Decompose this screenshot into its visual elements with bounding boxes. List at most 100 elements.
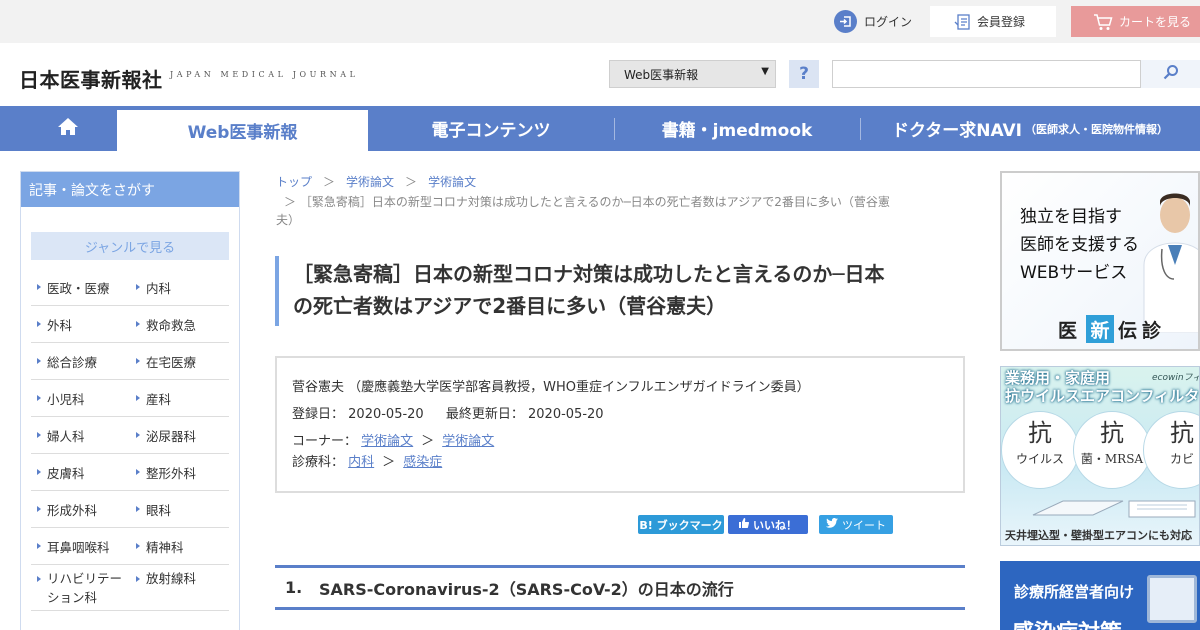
hatena-bookmark-button[interactable]: B! ブックマーク (638, 515, 724, 534)
updated-date: 2020-05-20 (528, 407, 604, 422)
nav-tab-doctor-navi[interactable]: ドクター求NAVI （医師求人・医院物件情報） (860, 106, 1200, 151)
genre-heading: ジャンルで見る (31, 232, 229, 260)
ad2-badge-antibacterial: 抗 菌・MRSA (1073, 411, 1151, 489)
aircon-units-illustration-icon (1032, 500, 1196, 518)
genre-item[interactable]: 外科 (31, 306, 130, 343)
ad-banner-clinic-infection[interactable]: 診療所経営者向け 感染症対策 (1000, 561, 1200, 630)
home-icon (57, 117, 79, 141)
site-logo-english: JAPAN MEDICAL JOURNAL (170, 70, 359, 79)
search-button[interactable] (1141, 60, 1200, 88)
genre-item[interactable]: 放射線科 (130, 565, 229, 611)
nav-home[interactable] (20, 106, 116, 151)
main-nav: Web医事新報 電子コンテンツ 書籍・jmedmook ドクター求NAVI （医… (0, 106, 1200, 151)
ad2-badge-small: ウイルス (1015, 452, 1064, 466)
ad1-brand-char: 新 (1086, 315, 1115, 343)
search-input[interactable] (832, 60, 1141, 88)
site-logo[interactable]: 日本医事新報社 (19, 64, 163, 93)
section-heading: 1. SARS-Coronavirus-2（SARS-CoV-2）の日本の流行 (275, 565, 965, 610)
ad3-line1: 診療所経営者向け (1014, 583, 1135, 601)
article-meta-box: 菅谷憲夫 （慶應義塾大学医学部客員教授，WHO重症インフルエンザガイドライン委員… (275, 356, 965, 493)
genre-item[interactable]: 医政・医療 (31, 269, 130, 306)
section-number: 1. (285, 578, 303, 597)
genre-item[interactable]: 救命救急 (130, 306, 229, 343)
genre-item[interactable]: 総合診療 (31, 343, 130, 380)
breadcrumb-sep: ＞ (405, 175, 418, 189)
dept-sep: ＞ (382, 455, 396, 470)
ad2-headline-line: 業務用・家庭用 (1005, 369, 1111, 387)
dept-link[interactable]: 内科 (348, 455, 374, 470)
ad3-line2: 感染症対策 (1012, 615, 1122, 630)
twitter-tweet-button[interactable]: ツイート (819, 515, 893, 534)
ad2-badge-antivirus: 抗 ウイルス (1001, 411, 1079, 489)
ad2-badge-small: 菌・MRSA (1080, 452, 1144, 466)
help-button[interactable]: ? (789, 60, 819, 88)
nav-doctor-navi-label: ドクター求NAVI (891, 121, 1023, 141)
member-register-label: 会員登録 (977, 15, 1026, 29)
register-icon (954, 13, 972, 31)
breadcrumb-academic-sub[interactable]: 学術論文 (428, 175, 476, 189)
facebook-like-label: いいね！ (753, 518, 797, 532)
genre-item[interactable]: 婦人科 (31, 417, 130, 454)
nav-tab-web-ijishinpo[interactable]: Web医事新報 (117, 110, 368, 151)
ad1-line: 独立を目指す (1020, 207, 1122, 227)
breadcrumb-academic[interactable]: 学術論文 (346, 175, 394, 189)
ad-banner-ecowin-filter[interactable]: 業務用・家庭用 抗ウイルスエアコンフィルター ecowinフィルター 抗 ウイル… (1000, 366, 1200, 546)
ad1-brand-char: 伝 (1118, 319, 1143, 342)
login-label: ログイン (864, 14, 913, 29)
ad2-headline-line: 抗ウイルスエアコンフィルター (1005, 387, 1200, 405)
ad1-brand-char: 診 (1142, 319, 1167, 342)
article-title-line1: ［緊急寄稿］日本の新型コロナ対策は成功したと言えるのか─日本 (293, 262, 885, 286)
genre-item[interactable]: 整形外科 (130, 454, 229, 491)
ad1-line: WEBサービス (1020, 263, 1128, 283)
cart-button[interactable]: カートを見る (1071, 6, 1200, 37)
twitter-tweet-label: ツイート (842, 518, 886, 532)
nav-tab-books[interactable]: 書籍・jmedmook (614, 106, 860, 151)
ad2-footer: 天井埋込型・壁掛型エアコンにも対応 (1005, 529, 1192, 542)
dept-label: 診療科： (292, 455, 345, 470)
ad2-badge-big: 抗 (1170, 419, 1194, 447)
genre-item[interactable]: 泌尿器科 (130, 417, 229, 454)
updated-label: 最終更新日： (445, 407, 524, 422)
facebook-like-button[interactable]: いいね！ (728, 515, 808, 534)
search-scope-select[interactable]: Web医事新報 ▼ (609, 60, 776, 88)
corner-sep: ＞ (421, 434, 435, 449)
corner-link[interactable]: 学術論文 (361, 434, 413, 449)
genre-item[interactable]: 皮膚科 (31, 454, 130, 491)
breadcrumb-top[interactable]: トップ (276, 175, 312, 189)
breadcrumb-current: ＞ ［緊急寄稿］日本の新型コロナ対策は成功したと言えるのか─日本の死亡者数はアジ… (284, 195, 890, 209)
sidebar-title: 記事・論文をさがす (21, 172, 239, 207)
genre-item[interactable]: 眼科 (130, 491, 229, 528)
genre-item[interactable]: 精神科 (130, 528, 229, 565)
cart-icon (1093, 13, 1113, 31)
thumbs-up-icon (739, 518, 750, 531)
genre-item[interactable]: 耳鼻咽喉科 (31, 528, 130, 565)
genre-item[interactable]: リハビリテーション科 (31, 565, 130, 611)
genre-item[interactable]: 内科 (130, 269, 229, 306)
ad-banner-ishin-denshin[interactable]: 独立を目指す 医師を支援する WEBサービス 医 新 伝 診 (1000, 171, 1200, 351)
genre-item[interactable]: 小児科 (31, 380, 130, 417)
corner-sub-link[interactable]: 学術論文 (442, 434, 494, 449)
ad1-brand-char: 医 (1058, 319, 1083, 342)
nav-doctor-navi-sub: （医師求人・医院物件情報） (1025, 122, 1169, 136)
genre-item[interactable]: 形成外科 (31, 491, 130, 528)
ad2-badge-antimold: 抗 カビ (1143, 411, 1199, 489)
article-author: 菅谷憲夫 （慶應義塾大学医学部客員教授，WHO重症インフルエンザガイドライン委員… (292, 380, 810, 395)
ad1-text: 独立を目指す 医師を支援する WEBサービス (1020, 203, 1139, 287)
monitor-icon (1147, 575, 1197, 623)
ad2-badge-small: カビ (1169, 452, 1194, 466)
nav-tab-electronic-contents[interactable]: 電子コンテンツ (368, 106, 614, 151)
ad1-brand: 医 新 伝 診 (1058, 315, 1166, 343)
article-corner: コーナー： 学術論文 ＞ 学術論文 (292, 432, 963, 452)
member-register-button[interactable]: 会員登録 (930, 6, 1056, 37)
article-department: 診療科： 内科 ＞ 感染症 (292, 452, 963, 474)
corner-label: コーナー： (292, 434, 358, 449)
article-title: ［緊急寄稿］日本の新型コロナ対策は成功したと言えるのか─日本 の死亡者数はアジア… (293, 258, 973, 322)
dept-sub-link[interactable]: 感染症 (403, 455, 442, 470)
genre-item[interactable]: 在宅医療 (130, 343, 229, 380)
sidebar: 記事・論文をさがす ジャンルで見る 医政・医療 内科 外科 救命救急 総合診療 … (20, 171, 240, 630)
breadcrumb-current-cont: 夫） (276, 213, 301, 227)
genre-item[interactable]: 産科 (130, 380, 229, 417)
article-title-block: ［緊急寄稿］日本の新型コロナ対策は成功したと言えるのか─日本 の死亡者数はアジア… (275, 256, 965, 326)
login-link[interactable]: ログイン (834, 9, 912, 33)
doctor-illustration-icon (1143, 193, 1198, 333)
